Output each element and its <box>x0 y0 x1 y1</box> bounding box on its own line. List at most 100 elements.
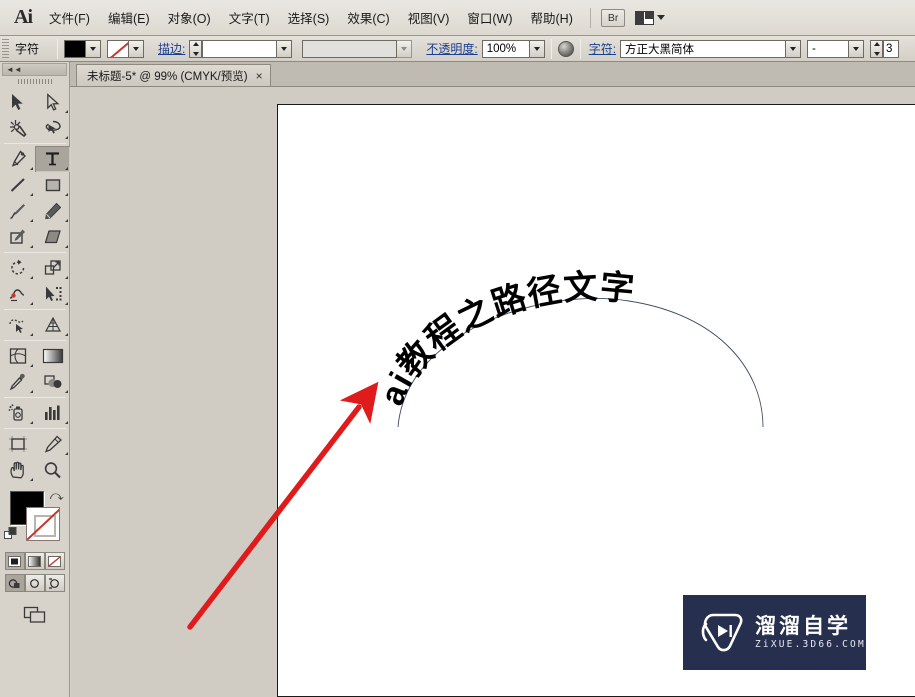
shape-builder-tool[interactable] <box>0 312 35 338</box>
magic-wand-tool[interactable] <box>0 115 35 141</box>
rotate-tool[interactable] <box>0 255 35 281</box>
font-size-input[interactable]: 3 <box>883 39 900 58</box>
scale-tool[interactable] <box>35 255 70 281</box>
opacity-dropdown-button[interactable] <box>529 39 545 58</box>
arrange-documents-button[interactable] <box>635 10 666 25</box>
swap-fill-stroke-icon[interactable]: ⤺ <box>50 488 64 504</box>
stroke-weight-label[interactable]: 描边: <box>158 40 185 57</box>
stroke-profile-dropdown-button[interactable] <box>397 39 413 58</box>
lasso-tool[interactable] <box>35 115 70 141</box>
watermark-title: 溜溜自学 <box>755 614 851 639</box>
stroke-weight-stepper[interactable] <box>189 39 203 58</box>
draw-behind-button[interactable] <box>24 574 45 592</box>
control-bar-grip[interactable] <box>2 38 9 59</box>
opacity-input[interactable]: 100% <box>481 39 530 58</box>
font-style-input[interactable]: - <box>807 39 850 58</box>
menu-type[interactable]: 文字(T) <box>220 4 279 31</box>
font-family-input[interactable]: 方正大黑简体 <box>620 39 787 58</box>
document-tab-bar: 未标题-5* @ 99% (CMYK/预览) × <box>70 62 915 87</box>
default-fill-stroke-button[interactable] <box>4 526 20 545</box>
app-logo: Ai <box>14 6 33 28</box>
type-tool[interactable] <box>35 146 70 172</box>
menu-help[interactable]: 帮助(H) <box>522 4 582 31</box>
stepper-down-icon <box>873 51 880 56</box>
stroke-swatch-group[interactable] <box>107 39 145 58</box>
rectangle-tool[interactable] <box>35 172 70 198</box>
pencil-tool[interactable] <box>35 198 70 224</box>
fill-stroke-proxy: ⤺ <box>0 487 70 549</box>
mesh-tool[interactable] <box>0 343 35 369</box>
free-transform-tool[interactable] <box>35 281 70 307</box>
tool-flyout-indicator <box>65 219 68 222</box>
stroke-weight-input[interactable] <box>202 39 278 58</box>
paintbrush-tool[interactable] <box>0 198 35 224</box>
canvas-area[interactable]: ai教程之路径文字 溜溜自学 ZiXUE.3D66.COM <box>71 87 915 697</box>
stroke-color-proxy[interactable] <box>26 507 60 541</box>
toolbox-drag-handle[interactable] <box>0 76 69 87</box>
close-icon[interactable]: × <box>256 70 263 82</box>
blob-brush-tool[interactable] <box>0 224 35 250</box>
direct-selection-tool[interactable] <box>35 89 70 115</box>
screen-mode-button[interactable] <box>0 606 69 624</box>
selection-tool[interactable] <box>0 89 35 115</box>
stroke-profile-input[interactable] <box>302 39 398 58</box>
graphic-styles-icon[interactable] <box>557 40 574 57</box>
tool-flyout-indicator <box>30 390 33 393</box>
stroke-dropdown-button[interactable] <box>129 39 145 58</box>
toolbox-collapse-button[interactable]: ◄◄ <box>2 63 67 76</box>
tool-flyout-indicator <box>30 167 33 170</box>
menu-effect[interactable]: 效果(C) <box>338 4 398 31</box>
arrange-documents-icon <box>635 10 655 25</box>
menu-edit[interactable]: 编辑(E) <box>99 4 159 31</box>
gradient-mode-button[interactable] <box>24 552 45 570</box>
color-mode-button[interactable] <box>4 552 25 570</box>
opacity-label[interactable]: 不透明度: <box>426 40 477 57</box>
column-graph-tool[interactable] <box>35 400 70 426</box>
fill-color-swatch[interactable] <box>64 39 87 58</box>
pen-tool[interactable] <box>0 146 35 172</box>
font-size-stepper[interactable] <box>870 39 884 58</box>
menu-view[interactable]: 视图(V) <box>399 4 459 31</box>
none-mode-button[interactable] <box>44 552 65 570</box>
toolbox-panel: ◄◄ ⤺ <box>0 62 70 697</box>
font-style-dropdown-button[interactable] <box>849 39 865 58</box>
toolbox-divider <box>4 309 66 310</box>
tool-flyout-indicator <box>65 193 68 196</box>
draw-inside-button[interactable] <box>44 574 65 592</box>
stepper-up-icon <box>873 41 880 46</box>
hand-tool[interactable] <box>0 457 35 483</box>
tool-flyout-indicator <box>30 302 33 305</box>
bridge-button[interactable]: Br <box>600 8 626 27</box>
play-logo-icon <box>701 613 743 651</box>
fill-dropdown-button[interactable] <box>86 39 102 58</box>
line-segment-tool[interactable] <box>0 172 35 198</box>
toolbox-divider <box>4 252 66 253</box>
tool-flyout-indicator <box>30 193 33 196</box>
blend-tool[interactable] <box>35 369 70 395</box>
stroke-weight-dropdown-button[interactable] <box>277 39 293 58</box>
eyedropper-tool[interactable] <box>0 369 35 395</box>
tool-flyout-indicator <box>30 219 33 222</box>
menu-file[interactable]: 文件(F) <box>40 4 99 31</box>
eraser-tool[interactable] <box>35 224 70 250</box>
width-tool[interactable] <box>0 281 35 307</box>
draw-mode-row <box>0 574 69 592</box>
slice-tool[interactable] <box>35 431 70 457</box>
character-panel-label[interactable]: 字符: <box>589 40 616 57</box>
perspective-grid-tool[interactable] <box>35 312 70 338</box>
fill-swatch-group[interactable] <box>64 39 102 58</box>
draw-normal-button[interactable] <box>4 574 25 592</box>
stroke-color-swatch[interactable] <box>107 39 130 58</box>
document-tab[interactable]: 未标题-5* @ 99% (CMYK/预览) × <box>76 64 271 86</box>
artboard-tool[interactable] <box>0 431 35 457</box>
zoom-tool[interactable] <box>35 457 70 483</box>
font-family-dropdown-button[interactable] <box>786 39 802 58</box>
gradient-tool[interactable] <box>35 343 70 369</box>
tool-flyout-indicator <box>65 333 68 336</box>
tool-flyout-indicator <box>65 245 68 248</box>
menu-select[interactable]: 选择(S) <box>279 4 339 31</box>
menu-object[interactable]: 对象(O) <box>159 4 220 31</box>
symbol-sprayer-tool[interactable] <box>0 400 35 426</box>
tool-flyout-indicator <box>30 245 33 248</box>
menu-window[interactable]: 窗口(W) <box>458 4 521 31</box>
